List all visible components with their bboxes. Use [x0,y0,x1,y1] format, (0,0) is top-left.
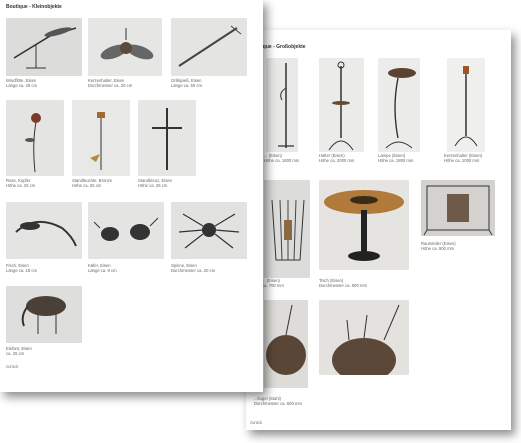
product-caption: Kerzenhalter, Eisen Durchmesser ca. 20 cm [88,78,133,89]
product-image-kugel-small[interactable] [264,300,308,388]
product-caption: ... (Eisen) Höhe ca. 1800 mm [264,153,300,164]
back-link[interactable]: zurück [250,420,262,425]
product-image-standkreuz[interactable] [138,100,196,176]
product-image-fisch[interactable] [6,202,82,259]
product-image-grillspiess[interactable] [171,18,247,76]
product-image-lampe[interactable] [378,58,420,152]
product-caption: Grillspieß, Eisen Länge ca. 50 cm [171,78,202,89]
product-caption: Windflöte, Eisen Länge ca. 28 cm [6,78,37,89]
product-image-kerzenhalter[interactable] [447,58,485,152]
product-image-spinne[interactable] [171,202,247,259]
product-caption: Lampe (Eisen) Höhe ca. 1800 mm [378,153,414,164]
product-caption: Kerzenhalter (Eisen) Höhe ca. 1000 mm [444,153,483,164]
product-caption: Halter (Eisen) Höhe ca. 2000 mm [319,153,355,164]
section-title: Boutique - Kleinobjekte [6,4,62,10]
product-image-rose[interactable] [6,100,64,176]
product-caption: Elefant, Eisen ca. 25 cm [6,346,32,357]
product-image-kerzenhalter-small[interactable] [88,18,162,76]
product-image-windfloete[interactable] [6,18,82,76]
product-caption: Käfer, Eisen Länge ca. 9 cm [88,263,117,274]
product-image-elefant[interactable] [6,286,82,343]
product-image-tisch[interactable] [319,180,409,270]
product-caption: Raumteiler (Eisen) Höhe ca. 900 mm [421,241,456,252]
product-caption: Spinne, Eisen Durchmesser ca. 20 cm [171,263,216,274]
product-image-kugel[interactable] [319,300,409,375]
product-caption: Standleuchte, Bronze Höhe ca. 25 cm [72,178,113,189]
product-image-halter[interactable] [319,58,364,152]
product-caption: ... (Eisen) ca. 700 mm [262,278,284,289]
product-caption: Rose, Kupfer Höhe ca. 25 cm [6,178,36,189]
product-caption: Standkreuz, Eisen Höhe ca. 25 cm [138,178,172,189]
front-page-sheet: Boutique - Kleinobjekte Windflöte, Eisen… [0,0,263,392]
product-caption: Tisch (Eisen) Durchmesser ca. 900 mm [319,278,367,289]
back-link[interactable]: zurück [6,364,18,369]
product-image-basket[interactable] [264,180,310,278]
product-caption: Fisch, Eisen Länge ca. 18 cm [6,263,37,274]
product-image-stand[interactable] [266,58,298,152]
product-image-raumteiler[interactable] [421,180,495,236]
back-page-sheet: Boutique - Großobjekte ... (Eisen) Höhe c… [246,30,511,430]
product-image-kaefer[interactable] [88,202,164,259]
product-caption: ...kugel (Stahl) Durchmesser ca. 600 mm [254,396,302,407]
product-image-standleuchte[interactable] [72,100,130,176]
